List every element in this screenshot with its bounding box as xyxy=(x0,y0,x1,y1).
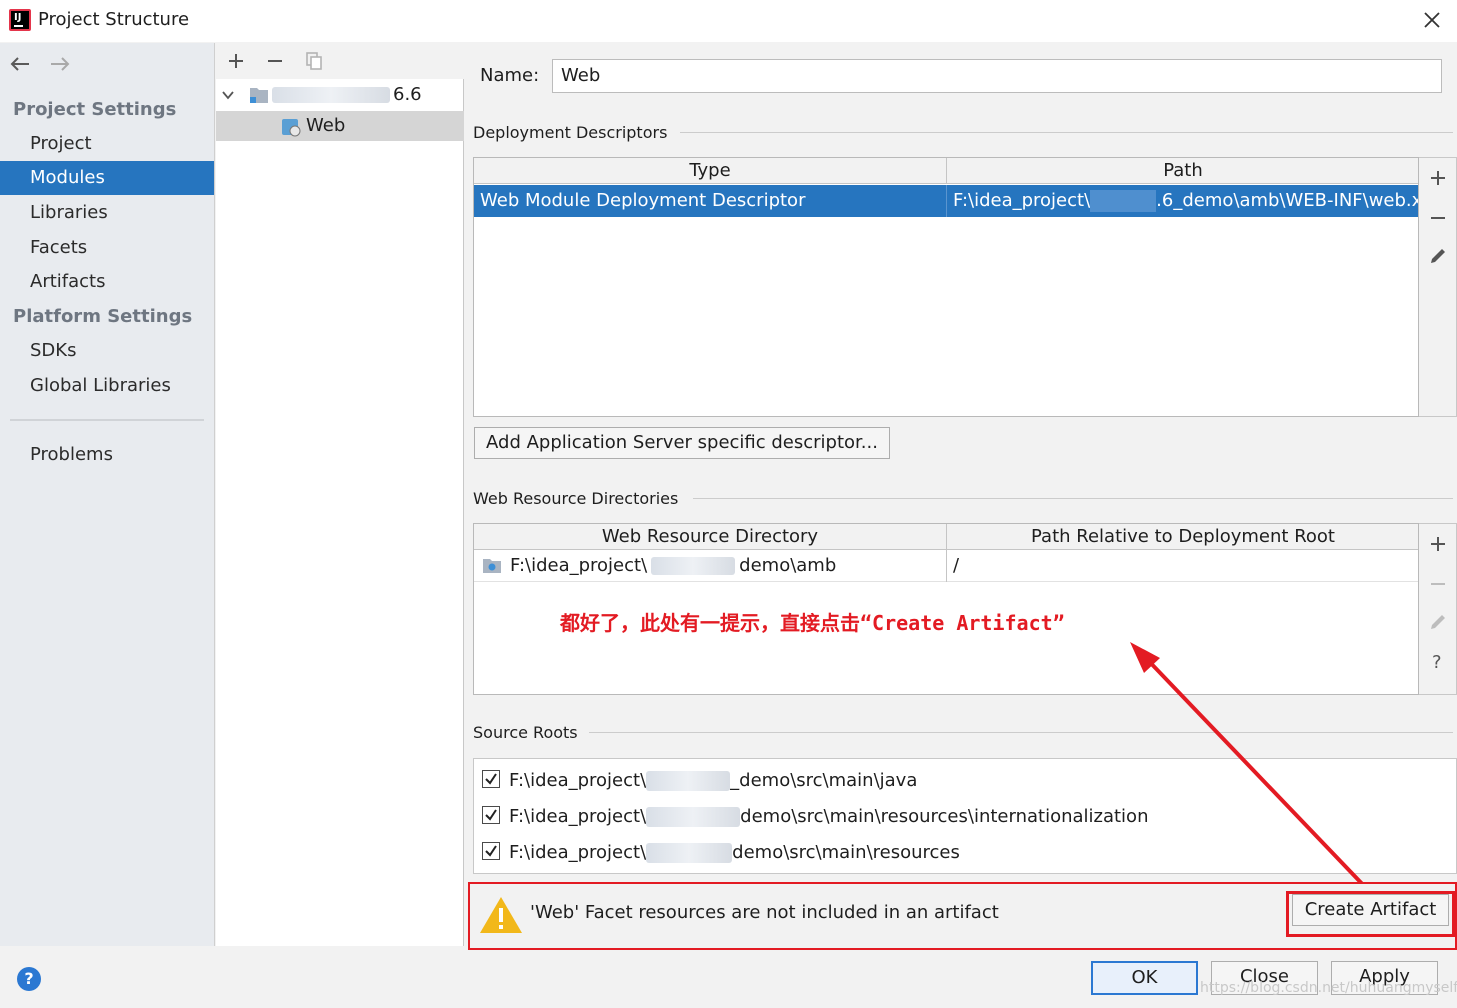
tree-row-web-facet[interactable]: Web xyxy=(216,111,464,141)
edit-pencil-icon[interactable] xyxy=(1428,612,1448,632)
copy-icon[interactable] xyxy=(304,51,324,71)
redacted-path-segment xyxy=(646,771,731,791)
source-root-prefix: F:\idea_project\ xyxy=(509,806,647,827)
forward-arrow-icon[interactable] xyxy=(48,55,72,73)
section-divider xyxy=(693,498,1453,499)
source-roots-title: Source Roots xyxy=(473,723,578,742)
source-root-prefix: F:\idea_project\ xyxy=(509,770,647,791)
title-bar: IJ Project Structure xyxy=(0,0,1457,42)
list-item[interactable]: F:\idea_project\ demo\src\main\resources xyxy=(482,838,960,868)
checkbox-checked[interactable] xyxy=(482,806,500,824)
chevron-down-icon[interactable] xyxy=(222,89,234,101)
remove-icon[interactable] xyxy=(1428,208,1448,228)
name-label: Name: xyxy=(480,65,540,86)
redacted-module-name xyxy=(272,87,390,103)
nav-item-sdks[interactable]: SDKs xyxy=(0,334,214,368)
source-root-prefix: F:\idea_project\ xyxy=(509,842,647,863)
name-input[interactable]: Web xyxy=(552,59,1442,93)
window-title: Project Structure xyxy=(38,9,190,30)
watermark-text: https://blog.csdn.net/huhuangmyself xyxy=(1200,980,1457,996)
table-row[interactable]: Web Module Deployment Descriptor F:\idea… xyxy=(474,185,1418,217)
column-header-web-resource-directory[interactable]: Web Resource Directory xyxy=(474,524,946,550)
descriptor-path-cell: F:\idea_project\ .6_demo\amb\WEB-INF\web.… xyxy=(946,185,1418,217)
web-resource-tools: ? xyxy=(1419,523,1457,695)
column-header-relative-path[interactable]: Path Relative to Deployment Root xyxy=(946,524,1418,550)
help-icon[interactable]: ? xyxy=(17,967,41,991)
nav-divider xyxy=(10,419,204,421)
tree-toolbar xyxy=(216,43,464,79)
path-suffix: .6_demo\amb\WEB-INF\web.xml xyxy=(1156,190,1418,211)
source-root-suffix: _demo\src\main\java xyxy=(730,770,918,791)
back-arrow-icon[interactable] xyxy=(8,55,32,73)
dir-prefix: F:\idea_project\ xyxy=(510,555,648,576)
web-resource-dir-cell: F:\idea_project\ demo\amb xyxy=(474,550,946,582)
web-resource-directories-title: Web Resource Directories xyxy=(473,489,679,508)
redacted-path-segment xyxy=(646,843,733,863)
list-item[interactable]: F:\idea_project\ demo\src\main\resources\… xyxy=(482,802,1148,832)
ok-button[interactable]: OK xyxy=(1091,961,1198,995)
source-root-suffix: demo\src\main\resources\internationaliza… xyxy=(740,806,1149,827)
help-question-icon[interactable]: ? xyxy=(1428,651,1448,671)
web-facet-icon xyxy=(282,119,301,137)
edit-pencil-icon[interactable] xyxy=(1428,246,1448,266)
path-prefix: F:\idea_project\ xyxy=(953,190,1091,211)
add-icon[interactable] xyxy=(226,51,246,71)
relative-path-cell: / xyxy=(946,550,1418,582)
column-header-path[interactable]: Path xyxy=(946,158,1418,184)
dialog-footer: ? OK Close Apply https://blog.csdn.net/h… xyxy=(0,950,1457,1008)
tree-row-module[interactable]: 6.6 xyxy=(216,80,464,110)
module-name-suffix: 6.6 xyxy=(393,84,422,105)
nav-item-artifacts[interactable]: Artifacts xyxy=(0,265,214,299)
settings-nav: Project Settings Project Modules Librari… xyxy=(0,43,215,946)
nav-item-modules[interactable]: Modules xyxy=(0,161,214,195)
source-root-suffix: demo\src\main\resources xyxy=(732,842,960,863)
svg-text:?: ? xyxy=(1432,652,1442,671)
module-folder-icon xyxy=(250,88,268,103)
descriptor-type-cell: Web Module Deployment Descriptor xyxy=(480,190,806,211)
nav-item-facets[interactable]: Facets xyxy=(0,231,214,265)
close-icon[interactable] xyxy=(1420,8,1444,32)
module-tree: 6.6 Web xyxy=(216,43,464,946)
project-settings-heading: Project Settings xyxy=(13,99,177,120)
annotation-note: 都好了，此处有一提示，直接点击“Create Artifact” xyxy=(560,611,1065,635)
redacted-path-segment xyxy=(646,807,741,827)
web-facet-label: Web xyxy=(306,115,346,136)
remove-icon[interactable] xyxy=(265,51,285,71)
deployment-descriptors-table: Type Path Web Module Deployment Descript… xyxy=(473,157,1419,417)
annotation-highlight-box xyxy=(1286,891,1455,937)
descriptor-tools xyxy=(1419,157,1457,417)
add-server-descriptor-button[interactable]: Add Application Server specific descript… xyxy=(474,427,890,459)
table-row[interactable]: F:\idea_project\ demo\amb / xyxy=(474,550,1418,582)
intellij-idea-icon: IJ xyxy=(9,9,31,31)
dir-suffix: demo\amb xyxy=(739,555,837,576)
redacted-path-segment xyxy=(1090,190,1157,212)
list-item[interactable]: F:\idea_project\ _demo\src\main\java xyxy=(482,766,917,796)
remove-icon[interactable] xyxy=(1428,574,1448,594)
nav-item-project[interactable]: Project xyxy=(0,127,214,161)
warning-icon xyxy=(480,897,522,933)
deployment-descriptors-title: Deployment Descriptors xyxy=(473,123,668,142)
nav-item-libraries[interactable]: Libraries xyxy=(0,196,214,230)
platform-settings-heading: Platform Settings xyxy=(13,306,193,327)
web-folder-icon xyxy=(483,559,501,573)
section-divider xyxy=(680,132,1453,133)
checkbox-checked[interactable] xyxy=(482,842,500,860)
nav-item-problems[interactable]: Problems xyxy=(0,438,214,472)
add-icon[interactable] xyxy=(1428,534,1448,554)
redacted-path-segment xyxy=(651,557,736,575)
annotation-arrow-icon xyxy=(1130,642,1370,892)
nav-item-global-libraries[interactable]: Global Libraries xyxy=(0,369,214,403)
column-header-type[interactable]: Type xyxy=(474,158,946,184)
warning-message: 'Web' Facet resources are not included i… xyxy=(530,902,999,923)
checkbox-checked[interactable] xyxy=(482,770,500,788)
add-icon[interactable] xyxy=(1428,168,1448,188)
